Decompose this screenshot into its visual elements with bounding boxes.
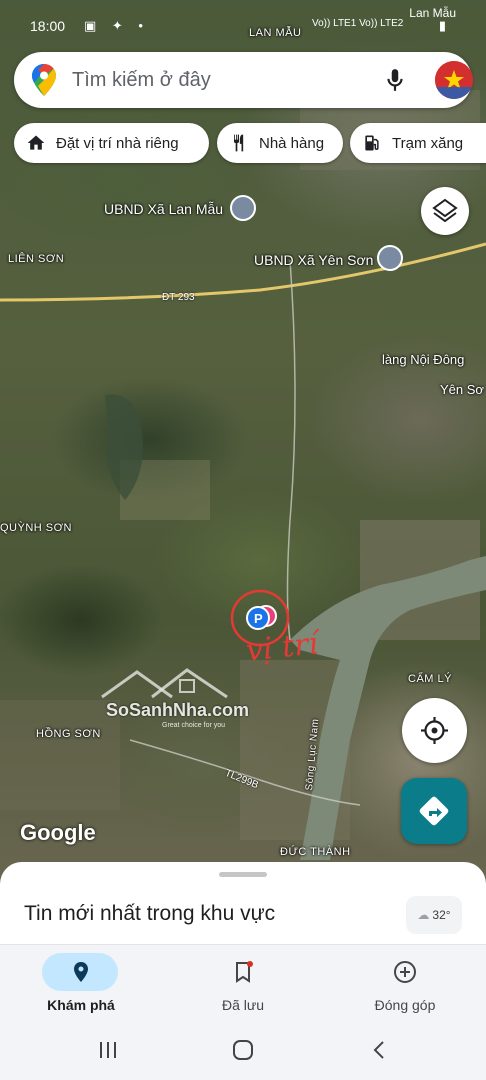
maps-pin-icon (32, 64, 56, 96)
layers-icon (432, 198, 458, 223)
bottom-sheet[interactable]: Tin mới nhất trong khu vực ☁ 32° (0, 862, 486, 952)
carrier-label: Lan Mẫu (409, 6, 456, 20)
chip-set-home[interactable]: Đặt vị trí nhà riêng (14, 123, 209, 163)
map-label-ubnd-yen-son[interactable]: UBND Xã Yên Sơn (254, 252, 373, 268)
status-icons: ▣ ✦ • (84, 18, 149, 33)
map-label-lan-mau: LAN MẪU (249, 27, 302, 39)
handwritten-annotation: vị trí (244, 626, 320, 669)
my-location-button[interactable] (402, 698, 467, 763)
bottom-navigation: Khám phá Đã lưu Đóng góp (0, 944, 486, 1021)
gas-station-icon (365, 135, 379, 151)
nav-label: Đã lưu (221, 997, 265, 1013)
weather-temperature: 32° (432, 908, 451, 922)
map-label-lang-noi-dong: làng Nội Đông (382, 352, 465, 367)
government-poi-icon[interactable] (377, 245, 403, 271)
restaurant-icon (234, 134, 244, 152)
map-label-yen-son: Yên Sơ (440, 382, 484, 397)
avatar-icon[interactable] (435, 61, 473, 99)
bookmark-icon (236, 961, 253, 983)
directions-icon (419, 796, 449, 826)
system-navigation-bar (0, 1020, 486, 1080)
chip-gas-stations[interactable]: Trạm xăng (350, 123, 486, 163)
directions-button[interactable] (401, 778, 467, 844)
road-293 (0, 242, 486, 302)
recents-icon[interactable] (93, 1038, 123, 1062)
status-bar: 18:00 ▣ ✦ • Vo)) LTE1 Vo)) LTE2 Lan Mẫu … (0, 0, 486, 40)
sheet-drag-handle[interactable] (219, 872, 267, 877)
map-label-cam-ly: CẨM LÝ (408, 673, 452, 685)
road-label-293: ĐT 293 (162, 292, 195, 303)
nav-explore[interactable]: Khám phá (0, 945, 162, 1021)
add-circle-icon (394, 961, 416, 983)
home-icon (27, 135, 45, 150)
nav-label: Khám phá (47, 997, 115, 1013)
parking-pin-marker[interactable]: P (244, 604, 280, 634)
nav-saved[interactable]: Đã lưu (162, 945, 324, 1021)
battery-icon: ▮ (438, 18, 446, 33)
explore-pin-icon (74, 962, 88, 982)
back-icon[interactable] (364, 1038, 394, 1062)
government-poi-icon[interactable] (230, 195, 256, 221)
svg-text:P: P (254, 611, 263, 626)
search-input[interactable]: Tìm kiếm ở đây (72, 69, 211, 92)
search-bar[interactable]: Tìm kiếm ở đây (14, 52, 473, 108)
chip-label: Nhà hàng (259, 134, 325, 152)
chip-label: Trạm xăng (392, 134, 464, 152)
nav-contribute[interactable]: Đóng góp (324, 945, 486, 1021)
my-location-icon (421, 717, 448, 744)
google-logo: Google (20, 820, 96, 845)
home-icon[interactable] (228, 1038, 258, 1062)
mic-icon[interactable] (382, 67, 408, 93)
status-time: 18:00 (30, 18, 66, 34)
nav-label: Đóng góp (374, 997, 436, 1013)
network-indicator: Vo)) LTE1 Vo)) LTE2 (312, 18, 404, 29)
sheet-title: Tin mới nhất trong khu vực (24, 902, 276, 925)
cloud-icon: ☁ (417, 908, 430, 922)
chip-label: Đặt vị trí nhà riêng (56, 134, 179, 152)
map-label-duc-thanh: ĐỨC THÀNH (280, 846, 351, 858)
map-label-quynh-son: QUỲNH SƠN (0, 522, 72, 534)
chip-restaurants[interactable]: Nhà hàng (217, 123, 343, 163)
weather-chip[interactable]: ☁ 32° (406, 896, 462, 934)
map-label-lien-son: LIÊN SƠN (8, 253, 65, 265)
map-label-ubnd-lan-mau[interactable]: UBND Xã Lan Mẫu (104, 201, 223, 217)
watermark-tagline: Great choice for you (162, 722, 226, 729)
watermark-logo: SoSanhNha.com Great choice for you (92, 662, 249, 742)
watermark-brand: SoSanhNha.com (106, 700, 250, 720)
layers-button[interactable] (421, 187, 469, 235)
